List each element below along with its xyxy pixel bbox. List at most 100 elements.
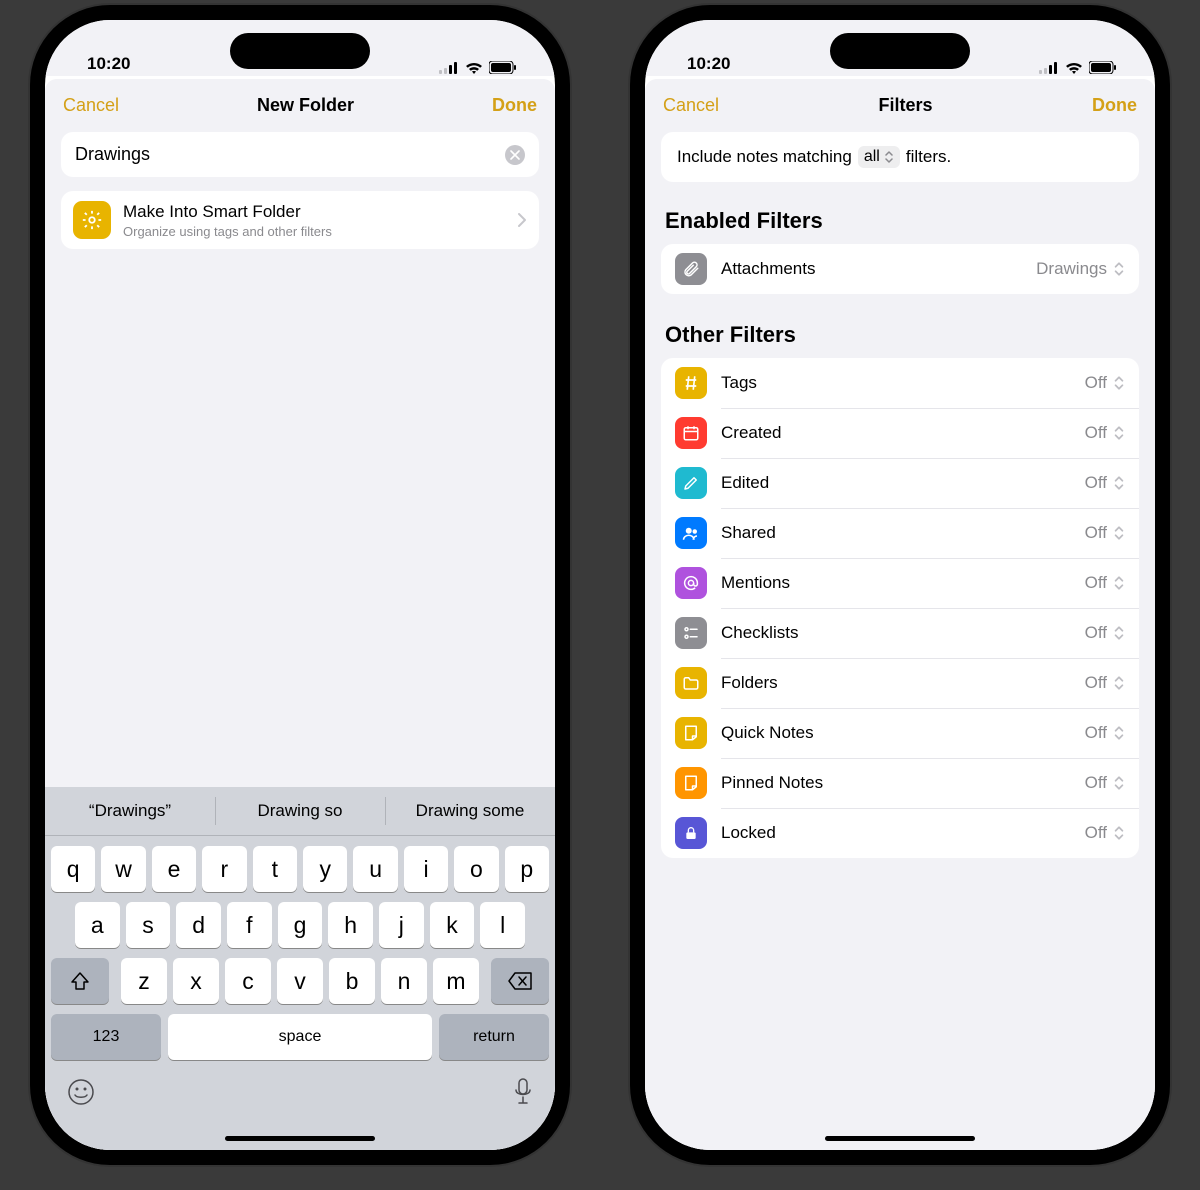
filter-value: Off (1085, 423, 1125, 443)
screen-left: 10:20 Cancel New Folder Done (45, 20, 555, 1150)
key-f[interactable]: f (227, 902, 272, 948)
key-b[interactable]: b (329, 958, 375, 1004)
smart-folder-title: Make Into Smart Folder (123, 202, 332, 222)
filter-value: Off (1085, 373, 1125, 393)
key-row-3: zxcvbnm (45, 948, 555, 1004)
status-icons (1039, 61, 1117, 74)
signal-icon (1039, 62, 1059, 74)
key-row-4: 123 space return (45, 1004, 555, 1070)
make-smart-folder-row[interactable]: Make Into Smart Folder Organize using ta… (61, 191, 539, 249)
key-e[interactable]: e (152, 846, 196, 892)
filter-value: Drawings (1036, 259, 1125, 279)
chevron-updown-icon (1113, 675, 1125, 691)
filter-value: Off (1085, 673, 1125, 693)
clear-icon[interactable] (505, 145, 525, 165)
smart-folder-subtitle: Organize using tags and other filters (123, 224, 332, 239)
suggestion-1[interactable]: Drawing so (215, 787, 385, 835)
other-row-mentions[interactable]: Mentions Off (661, 558, 1139, 608)
key-j[interactable]: j (379, 902, 424, 948)
other-row-folders[interactable]: FoldersOff (661, 658, 1139, 708)
key-q[interactable]: q (51, 846, 95, 892)
match-mode-value: all (864, 148, 880, 166)
done-button[interactable]: Done (492, 95, 537, 116)
emoji-icon (67, 1078, 95, 1106)
match-mode-dropdown[interactable]: all (858, 146, 900, 168)
filter-value: Off (1085, 723, 1125, 743)
key-o[interactable]: o (454, 846, 498, 892)
filter-label: Mentions (721, 573, 1071, 593)
emoji-key[interactable] (67, 1078, 95, 1106)
key-z[interactable]: z (121, 958, 167, 1004)
shift-key[interactable] (51, 958, 109, 1004)
nav-title: Filters (879, 95, 933, 116)
key-c[interactable]: c (225, 958, 271, 1004)
key-a[interactable]: a (75, 902, 120, 948)
home-indicator[interactable] (825, 1136, 975, 1141)
key-p[interactable]: p (505, 846, 549, 892)
return-key[interactable]: return (439, 1014, 549, 1060)
status-bar: 10:20 (645, 20, 1155, 76)
chevron-updown-icon (1113, 475, 1125, 491)
key-g[interactable]: g (278, 902, 323, 948)
key-v[interactable]: v (277, 958, 323, 1004)
key-u[interactable]: u (353, 846, 397, 892)
other-row-quick-notes[interactable]: Quick NotesOff (661, 708, 1139, 758)
sheet-new-folder: Cancel New Folder Done (45, 79, 555, 1150)
folder-name-input[interactable] (75, 144, 505, 165)
space-key[interactable]: space (168, 1014, 432, 1060)
home-indicator[interactable] (225, 1136, 375, 1141)
other-row-created[interactable]: CreatedOff (661, 408, 1139, 458)
done-button[interactable]: Done (1092, 95, 1137, 116)
key-s[interactable]: s (126, 902, 171, 948)
status-time: 10:20 (87, 54, 130, 74)
modal-stack: Cancel New Folder Done (45, 79, 555, 1150)
other-row-pinned-notes[interactable]: Pinned NotesOff (661, 758, 1139, 808)
keyboard: “Drawings” Drawing so Drawing some qwert… (45, 787, 555, 1150)
other-row-locked[interactable]: LockedOff (661, 808, 1139, 858)
dictation-key[interactable] (513, 1078, 533, 1106)
battery-icon (1089, 61, 1117, 74)
enabled-row-attachments[interactable]: AttachmentsDrawings (661, 244, 1139, 294)
gear-icon (73, 201, 111, 239)
chevron-updown-icon (1113, 261, 1125, 277)
key-r[interactable]: r (202, 846, 246, 892)
shift-icon (70, 971, 90, 991)
key-h[interactable]: h (328, 902, 373, 948)
phone-right: 10:20 Cancel Filters Done Include notes … (630, 5, 1170, 1165)
content-area: Make Into Smart Folder Organize using ta… (45, 126, 555, 787)
filter-label: Checklists (721, 623, 1071, 643)
key-w[interactable]: w (101, 846, 145, 892)
cancel-button[interactable]: Cancel (663, 95, 719, 116)
folder-name-row (61, 132, 539, 177)
paperclip-icon (675, 253, 707, 285)
chevron-updown-icon (1113, 725, 1125, 741)
key-n[interactable]: n (381, 958, 427, 1004)
shared-icon (675, 517, 707, 549)
other-row-edited[interactable]: EditedOff (661, 458, 1139, 508)
key-row-tools (45, 1070, 555, 1106)
key-d[interactable]: d (176, 902, 221, 948)
key-x[interactable]: x (173, 958, 219, 1004)
status-bar: 10:20 (45, 20, 555, 76)
key-y[interactable]: y (303, 846, 347, 892)
key-l[interactable]: l (480, 902, 525, 948)
filters-content: Include notes matching all filters. Enab… (645, 126, 1155, 1150)
key-i[interactable]: i (404, 846, 448, 892)
cancel-button[interactable]: Cancel (63, 95, 119, 116)
filter-value: Off (1085, 573, 1125, 593)
numbers-key[interactable]: 123 (51, 1014, 161, 1060)
other-row-shared[interactable]: SharedOff (661, 508, 1139, 558)
key-t[interactable]: t (253, 846, 297, 892)
suggestion-0[interactable]: “Drawings” (45, 787, 215, 835)
suggestion-2[interactable]: Drawing some (385, 787, 555, 835)
chevron-updown-icon (884, 150, 894, 164)
match-post: filters. (906, 147, 951, 167)
key-m[interactable]: m (433, 958, 479, 1004)
other-row-tags[interactable]: TagsOff (661, 358, 1139, 408)
phone-left: 10:20 Cancel New Folder Done (30, 5, 570, 1165)
key-k[interactable]: k (430, 902, 475, 948)
other-row-checklists[interactable]: ChecklistsOff (661, 608, 1139, 658)
pin-icon (675, 767, 707, 799)
backspace-key[interactable] (491, 958, 549, 1004)
other-filters-list: TagsOff CreatedOff EditedOff SharedOff M… (661, 358, 1139, 858)
